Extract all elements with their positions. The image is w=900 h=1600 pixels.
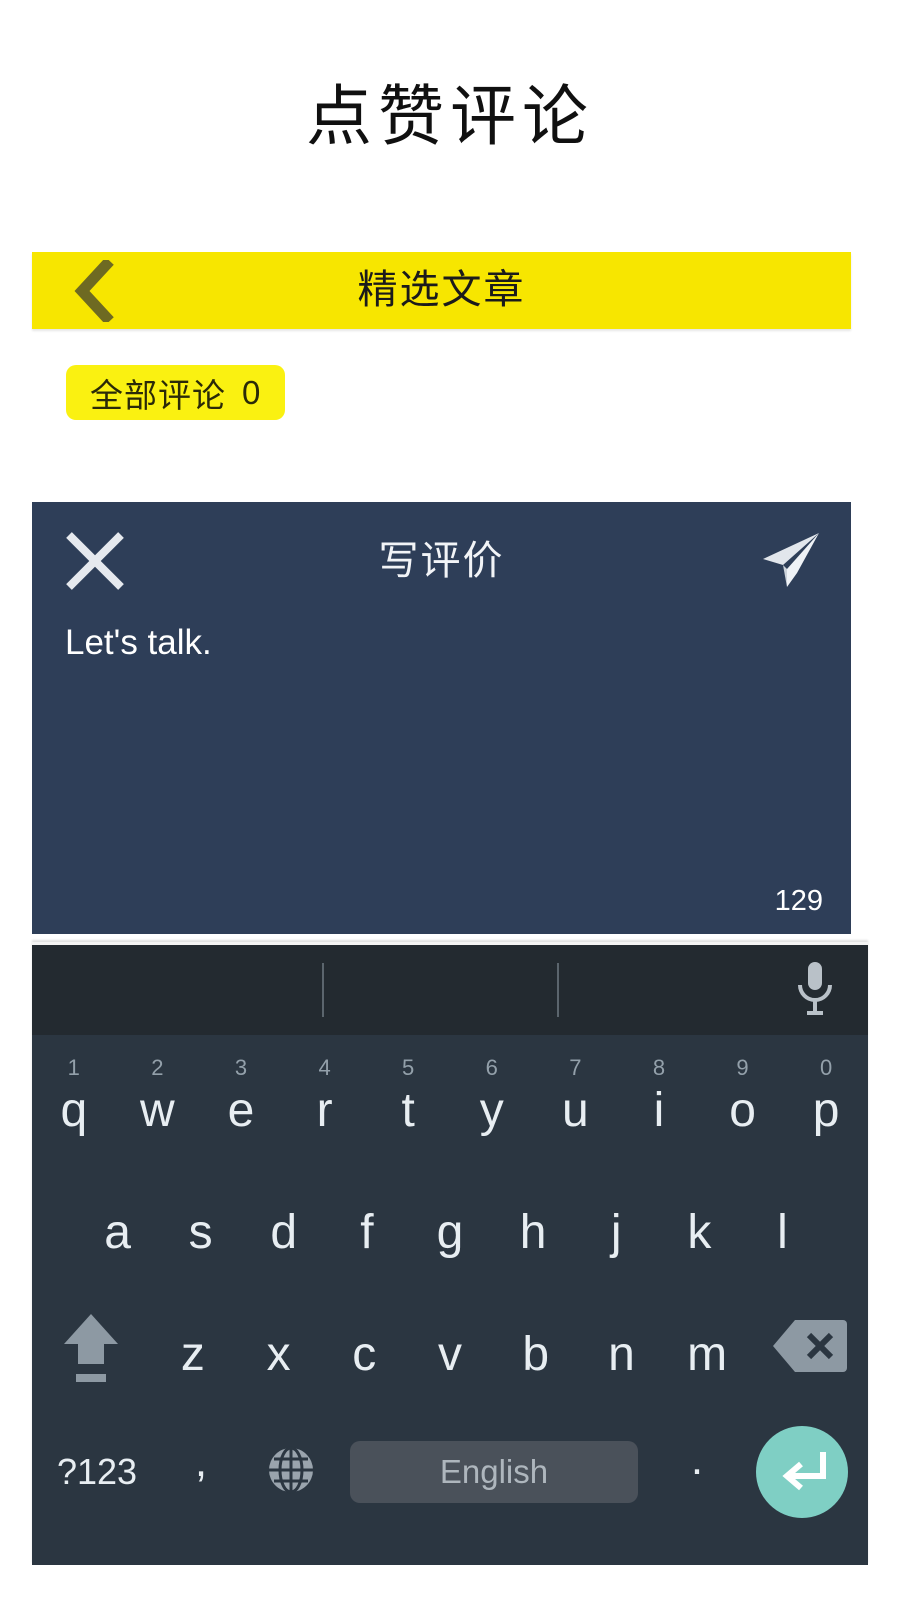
symbols-key[interactable]: ?123 <box>38 1451 156 1493</box>
shift-arrow-icon <box>60 1306 122 1386</box>
key-o[interactable]: 9o <box>701 1041 785 1163</box>
key-label: z <box>180 1327 205 1381</box>
key-label: q <box>60 1083 88 1137</box>
key-d[interactable]: d <box>242 1163 325 1285</box>
microphone-button[interactable] <box>786 959 844 1021</box>
key-label: a <box>104 1205 131 1259</box>
key-m[interactable]: m <box>664 1285 750 1407</box>
key-k[interactable]: k <box>658 1163 741 1285</box>
microphone-icon <box>792 959 838 1022</box>
send-paper-plane-icon <box>757 529 823 596</box>
all-comments-value: 0 <box>242 373 262 411</box>
key-label: n <box>608 1327 635 1381</box>
key-number-hint: 8 <box>652 1055 666 1080</box>
key-label: b <box>522 1327 550 1381</box>
key-number-hint: 3 <box>234 1055 248 1080</box>
comment-composer-panel: 写评价 Let's talk. 129 <box>32 502 851 934</box>
key-l[interactable]: l <box>741 1163 824 1285</box>
key-y[interactable]: 6y <box>450 1041 534 1163</box>
key-label: f <box>360 1205 374 1259</box>
backspace-icon <box>771 1318 848 1374</box>
key-label: t <box>401 1083 415 1137</box>
enter-key-circle <box>756 1426 848 1518</box>
key-i[interactable]: 8i <box>617 1041 701 1163</box>
composer-title: 写评价 <box>378 539 505 583</box>
key-label: p <box>812 1083 840 1137</box>
key-label: m <box>687 1327 728 1381</box>
character-counter: 129 <box>774 885 823 917</box>
key-number-hint: 0 <box>820 1055 833 1080</box>
on-screen-keyboard: 1q 2w 3e 4r 5t 6y 7u 8i 9o 0p a s d f g … <box>32 942 868 1565</box>
key-g[interactable]: g <box>408 1163 491 1285</box>
key-number-hint: 6 <box>485 1055 498 1080</box>
key-label: x <box>266 1327 291 1381</box>
space-key[interactable]: English <box>350 1441 638 1503</box>
send-button[interactable] <box>753 527 827 597</box>
nav-title: 精选文章 <box>357 268 526 312</box>
key-b[interactable]: b <box>493 1285 579 1407</box>
comma-key[interactable]: , <box>156 1437 246 1507</box>
key-q[interactable]: 1q <box>32 1041 116 1163</box>
nav-bar: 精选文章 <box>32 252 851 329</box>
key-label: k <box>687 1205 712 1259</box>
key-number-hint: 4 <box>318 1055 331 1080</box>
key-n[interactable]: n <box>579 1285 665 1407</box>
key-e[interactable]: 3e <box>199 1041 283 1163</box>
key-number-hint: 1 <box>67 1055 80 1080</box>
key-label: j <box>610 1205 622 1259</box>
key-c[interactable]: c <box>321 1285 407 1407</box>
key-label: g <box>436 1205 464 1259</box>
key-label: v <box>438 1327 463 1381</box>
composer-text[interactable]: Let's talk. <box>65 620 815 666</box>
key-label: l <box>777 1205 788 1259</box>
suggestion-divider <box>557 963 559 1017</box>
suggestion-strip[interactable] <box>32 942 868 1035</box>
key-j[interactable]: j <box>575 1163 658 1285</box>
key-label: y <box>479 1083 504 1137</box>
key-p[interactable]: 0p <box>784 1041 868 1163</box>
key-label: r <box>316 1083 333 1137</box>
key-t[interactable]: 5t <box>366 1041 450 1163</box>
key-label: u <box>562 1083 589 1137</box>
key-number-hint: 7 <box>569 1055 582 1080</box>
enter-key[interactable] <box>742 1426 862 1518</box>
key-label: w <box>140 1083 175 1137</box>
key-label: h <box>519 1205 547 1259</box>
key-number-hint: 9 <box>736 1055 749 1080</box>
language-switch-key[interactable] <box>246 1444 336 1501</box>
all-comments-label: 全部评论 <box>90 376 226 414</box>
all-comments-badge[interactable]: 全部评论 0 <box>66 365 286 420</box>
period-key[interactable]: . <box>652 1435 742 1509</box>
enter-return-icon <box>775 1446 829 1499</box>
key-label: o <box>729 1083 756 1137</box>
key-x[interactable]: x <box>236 1285 322 1407</box>
composer-header: 写评价 <box>32 502 851 620</box>
key-f[interactable]: f <box>325 1163 408 1285</box>
keyboard-row-2: a s d f g h j k l <box>32 1163 868 1285</box>
key-number-hint: 5 <box>402 1055 415 1080</box>
key-r[interactable]: 4r <box>283 1041 367 1163</box>
backspace-key[interactable] <box>750 1285 868 1407</box>
key-label: d <box>270 1205 298 1259</box>
page-title: 点赞评论 <box>306 81 594 154</box>
keyboard-row-3: z x c v b n m <box>32 1285 868 1407</box>
key-label: i <box>653 1083 665 1137</box>
key-z[interactable]: z <box>150 1285 236 1407</box>
keyboard-row-4: ?123 , English . <box>32 1407 868 1537</box>
keyboard-rows: 1q 2w 3e 4r 5t 6y 7u 8i 9o 0p a s d f g … <box>32 1035 868 1568</box>
suggestion-divider <box>322 963 324 1017</box>
key-v[interactable]: v <box>407 1285 493 1407</box>
key-w[interactable]: 2w <box>116 1041 200 1163</box>
keyboard-row-1: 1q 2w 3e 4r 5t 6y 7u 8i 9o 0p <box>32 1041 868 1163</box>
key-number-hint: 2 <box>151 1055 164 1080</box>
key-s[interactable]: s <box>159 1163 242 1285</box>
key-u[interactable]: 7u <box>534 1041 618 1163</box>
shift-key[interactable] <box>32 1285 150 1407</box>
key-label: e <box>227 1083 255 1137</box>
key-h[interactable]: h <box>492 1163 575 1285</box>
key-label: s <box>188 1205 213 1259</box>
key-label: c <box>352 1327 377 1381</box>
globe-language-icon <box>265 1444 317 1501</box>
key-a[interactable]: a <box>76 1163 159 1285</box>
